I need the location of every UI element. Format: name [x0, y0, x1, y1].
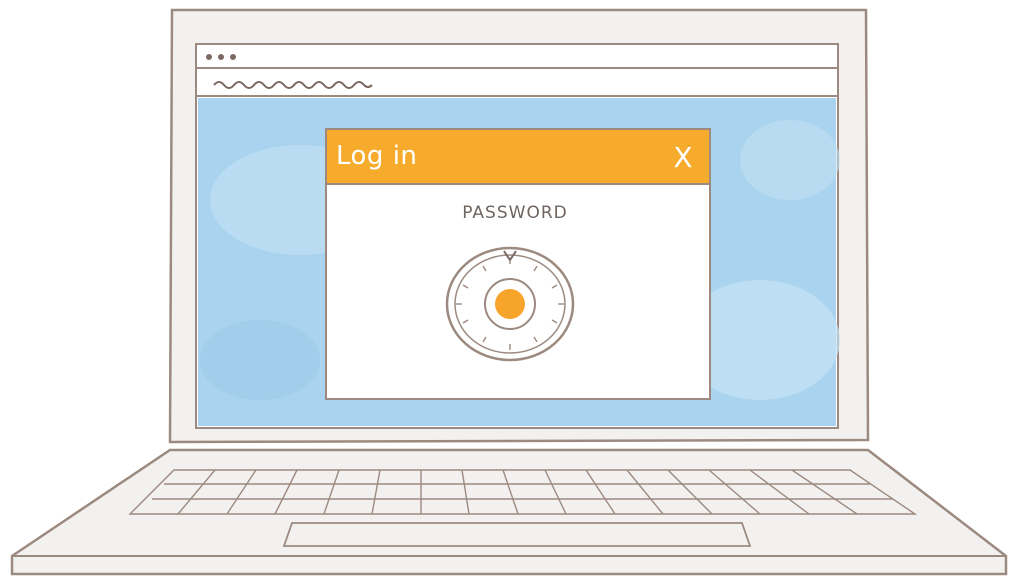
- trackpad: [282, 522, 752, 547]
- dialog-title: Log in: [336, 141, 418, 171]
- keyboard: [128, 469, 918, 515]
- laptop-illustration: Log in X PASSWORD: [0, 0, 1018, 584]
- password-dial[interactable]: [446, 246, 574, 362]
- close-button[interactable]: X: [664, 138, 702, 176]
- close-icon: X: [673, 140, 693, 174]
- window-dots-icon: [206, 54, 236, 60]
- password-label: PASSWORD: [462, 203, 568, 223]
